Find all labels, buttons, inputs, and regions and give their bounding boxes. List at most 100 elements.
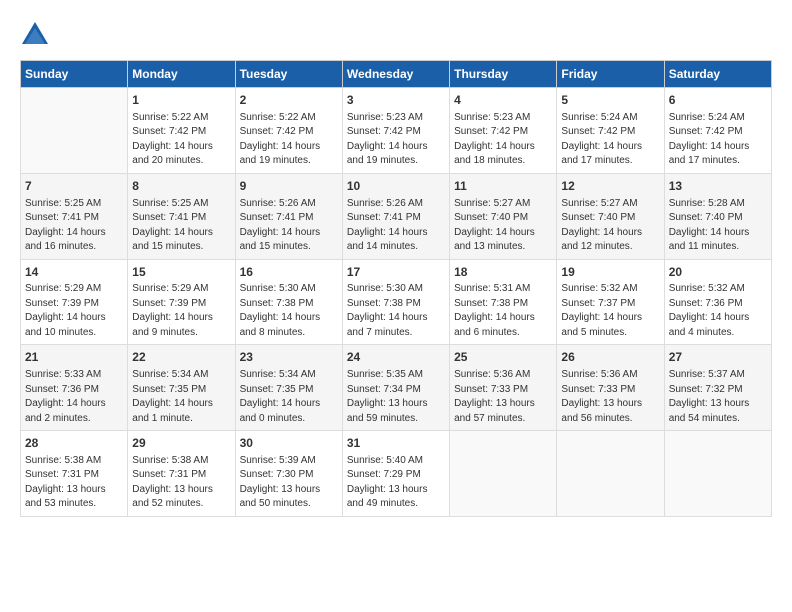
header-saturday: Saturday (664, 61, 771, 88)
day-info: Sunrise: 5:29 AM Sunset: 7:39 PM Dayligh… (132, 282, 230, 340)
calendar-cell (450, 431, 557, 517)
week-row-5: 28 Sunrise: 5:38 AM Sunset: 7:31 PM Dayli… (21, 431, 772, 517)
day-number: 23 (240, 349, 338, 366)
day-info: Sunrise: 5:32 AM Sunset: 7:37 PM Dayligh… (561, 282, 659, 340)
calendar-cell: 11 Sunrise: 5:27 AM Sunset: 7:40 PM Dayli… (450, 173, 557, 259)
day-info: Sunrise: 5:37 AM Sunset: 7:32 PM Dayligh… (669, 368, 767, 426)
day-info: Sunrise: 5:30 AM Sunset: 7:38 PM Dayligh… (347, 282, 445, 340)
calendar-cell: 27 Sunrise: 5:37 AM Sunset: 7:32 PM Dayli… (664, 345, 771, 431)
day-info: Sunrise: 5:26 AM Sunset: 7:41 PM Dayligh… (240, 197, 338, 255)
day-number: 31 (347, 435, 445, 452)
day-info: Sunrise: 5:31 AM Sunset: 7:38 PM Dayligh… (454, 282, 552, 340)
calendar-cell: 24 Sunrise: 5:35 AM Sunset: 7:34 PM Dayli… (342, 345, 449, 431)
calendar-cell: 2Sunrise: 5:22 AM Sunset: 7:42 PM Daylig… (235, 88, 342, 174)
calendar-cell: 1 Sunrise: 5:22 AM Sunset: 7:42 PM Daylig… (128, 88, 235, 174)
day-number: 17 (347, 264, 445, 281)
day-info: Sunrise: 5:22 AM Sunset: 7:42 PM Dayligh… (132, 111, 230, 169)
calendar-cell: 30 Sunrise: 5:39 AM Sunset: 7:30 PM Dayli… (235, 431, 342, 517)
day-info: Sunrise: 5:33 AM Sunset: 7:36 PM Dayligh… (25, 368, 123, 426)
week-row-2: 7 Sunrise: 5:25 AM Sunset: 7:41 PM Daylig… (21, 173, 772, 259)
day-number: 11 (454, 178, 552, 195)
day-number: 2 (240, 92, 338, 109)
calendar-cell: 18Sunrise: 5:31 AM Sunset: 7:38 PM Dayli… (450, 259, 557, 345)
calendar-cell: 25Sunrise: 5:36 AM Sunset: 7:33 PM Dayli… (450, 345, 557, 431)
day-info: Sunrise: 5:40 AM Sunset: 7:29 PM Dayligh… (347, 454, 445, 512)
day-info: Sunrise: 5:36 AM Sunset: 7:33 PM Dayligh… (561, 368, 659, 426)
day-number: 12 (561, 178, 659, 195)
day-info: Sunrise: 5:38 AM Sunset: 7:31 PM Dayligh… (132, 454, 230, 512)
day-number: 4 (454, 92, 552, 109)
day-info: Sunrise: 5:23 AM Sunset: 7:42 PM Dayligh… (454, 111, 552, 169)
day-info: Sunrise: 5:25 AM Sunset: 7:41 PM Dayligh… (25, 197, 123, 255)
calendar-cell: 3Sunrise: 5:23 AM Sunset: 7:42 PM Daylig… (342, 88, 449, 174)
day-info: Sunrise: 5:24 AM Sunset: 7:42 PM Dayligh… (561, 111, 659, 169)
day-number: 8 (132, 178, 230, 195)
calendar-cell: 19Sunrise: 5:32 AM Sunset: 7:37 PM Dayli… (557, 259, 664, 345)
calendar-cell: 8 Sunrise: 5:25 AM Sunset: 7:41 PM Daylig… (128, 173, 235, 259)
day-info: Sunrise: 5:34 AM Sunset: 7:35 PM Dayligh… (240, 368, 338, 426)
day-number: 5 (561, 92, 659, 109)
day-number: 27 (669, 349, 767, 366)
day-number: 30 (240, 435, 338, 452)
header-tuesday: Tuesday (235, 61, 342, 88)
day-number: 1 (132, 92, 230, 109)
day-number: 20 (669, 264, 767, 281)
header-wednesday: Wednesday (342, 61, 449, 88)
calendar-cell (557, 431, 664, 517)
calendar-cell: 12 Sunrise: 5:27 AM Sunset: 7:40 PM Dayli… (557, 173, 664, 259)
day-info: Sunrise: 5:26 AM Sunset: 7:41 PM Dayligh… (347, 197, 445, 255)
day-number: 24 (347, 349, 445, 366)
calendar-cell (21, 88, 128, 174)
calendar-cell: 29 Sunrise: 5:38 AM Sunset: 7:31 PM Dayli… (128, 431, 235, 517)
logo (20, 20, 54, 50)
day-info: Sunrise: 5:28 AM Sunset: 7:40 PM Dayligh… (669, 197, 767, 255)
calendar-cell: 26Sunrise: 5:36 AM Sunset: 7:33 PM Dayli… (557, 345, 664, 431)
calendar-cell: 22 Sunrise: 5:34 AM Sunset: 7:35 PM Dayli… (128, 345, 235, 431)
day-info: Sunrise: 5:35 AM Sunset: 7:34 PM Dayligh… (347, 368, 445, 426)
header-friday: Friday (557, 61, 664, 88)
day-info: Sunrise: 5:27 AM Sunset: 7:40 PM Dayligh… (454, 197, 552, 255)
day-number: 14 (25, 264, 123, 281)
day-info: Sunrise: 5:32 AM Sunset: 7:36 PM Dayligh… (669, 282, 767, 340)
calendar-cell: 23 Sunrise: 5:34 AM Sunset: 7:35 PM Dayli… (235, 345, 342, 431)
page-header (20, 20, 772, 50)
calendar-cell (664, 431, 771, 517)
day-number: 25 (454, 349, 552, 366)
day-info: Sunrise: 5:29 AM Sunset: 7:39 PM Dayligh… (25, 282, 123, 340)
day-number: 19 (561, 264, 659, 281)
calendar-cell: 7 Sunrise: 5:25 AM Sunset: 7:41 PM Daylig… (21, 173, 128, 259)
week-row-1: 1 Sunrise: 5:22 AM Sunset: 7:42 PM Daylig… (21, 88, 772, 174)
day-info: Sunrise: 5:34 AM Sunset: 7:35 PM Dayligh… (132, 368, 230, 426)
week-row-4: 21 Sunrise: 5:33 AM Sunset: 7:36 PM Dayli… (21, 345, 772, 431)
calendar-cell: 17Sunrise: 5:30 AM Sunset: 7:38 PM Dayli… (342, 259, 449, 345)
header-sunday: Sunday (21, 61, 128, 88)
day-info: Sunrise: 5:38 AM Sunset: 7:31 PM Dayligh… (25, 454, 123, 512)
header-monday: Monday (128, 61, 235, 88)
day-number: 15 (132, 264, 230, 281)
day-number: 10 (347, 178, 445, 195)
day-number: 21 (25, 349, 123, 366)
day-info: Sunrise: 5:30 AM Sunset: 7:38 PM Dayligh… (240, 282, 338, 340)
calendar-cell: 6Sunrise: 5:24 AM Sunset: 7:42 PM Daylig… (664, 88, 771, 174)
calendar-cell: 20Sunrise: 5:32 AM Sunset: 7:36 PM Dayli… (664, 259, 771, 345)
header-thursday: Thursday (450, 61, 557, 88)
day-info: Sunrise: 5:39 AM Sunset: 7:30 PM Dayligh… (240, 454, 338, 512)
day-number: 22 (132, 349, 230, 366)
calendar-cell: 21 Sunrise: 5:33 AM Sunset: 7:36 PM Dayli… (21, 345, 128, 431)
calendar-cell: 5 Sunrise: 5:24 AM Sunset: 7:42 PM Daylig… (557, 88, 664, 174)
day-number: 28 (25, 435, 123, 452)
calendar-cell: 13Sunrise: 5:28 AM Sunset: 7:40 PM Dayli… (664, 173, 771, 259)
day-number: 3 (347, 92, 445, 109)
calendar-cell: 9 Sunrise: 5:26 AM Sunset: 7:41 PM Daylig… (235, 173, 342, 259)
calendar-cell: 16Sunrise: 5:30 AM Sunset: 7:38 PM Dayli… (235, 259, 342, 345)
day-number: 18 (454, 264, 552, 281)
day-info: Sunrise: 5:27 AM Sunset: 7:40 PM Dayligh… (561, 197, 659, 255)
day-number: 6 (669, 92, 767, 109)
day-number: 16 (240, 264, 338, 281)
day-number: 7 (25, 178, 123, 195)
day-number: 29 (132, 435, 230, 452)
day-number: 9 (240, 178, 338, 195)
logo-icon (20, 20, 50, 50)
calendar-cell: 28 Sunrise: 5:38 AM Sunset: 7:31 PM Dayli… (21, 431, 128, 517)
day-info: Sunrise: 5:25 AM Sunset: 7:41 PM Dayligh… (132, 197, 230, 255)
